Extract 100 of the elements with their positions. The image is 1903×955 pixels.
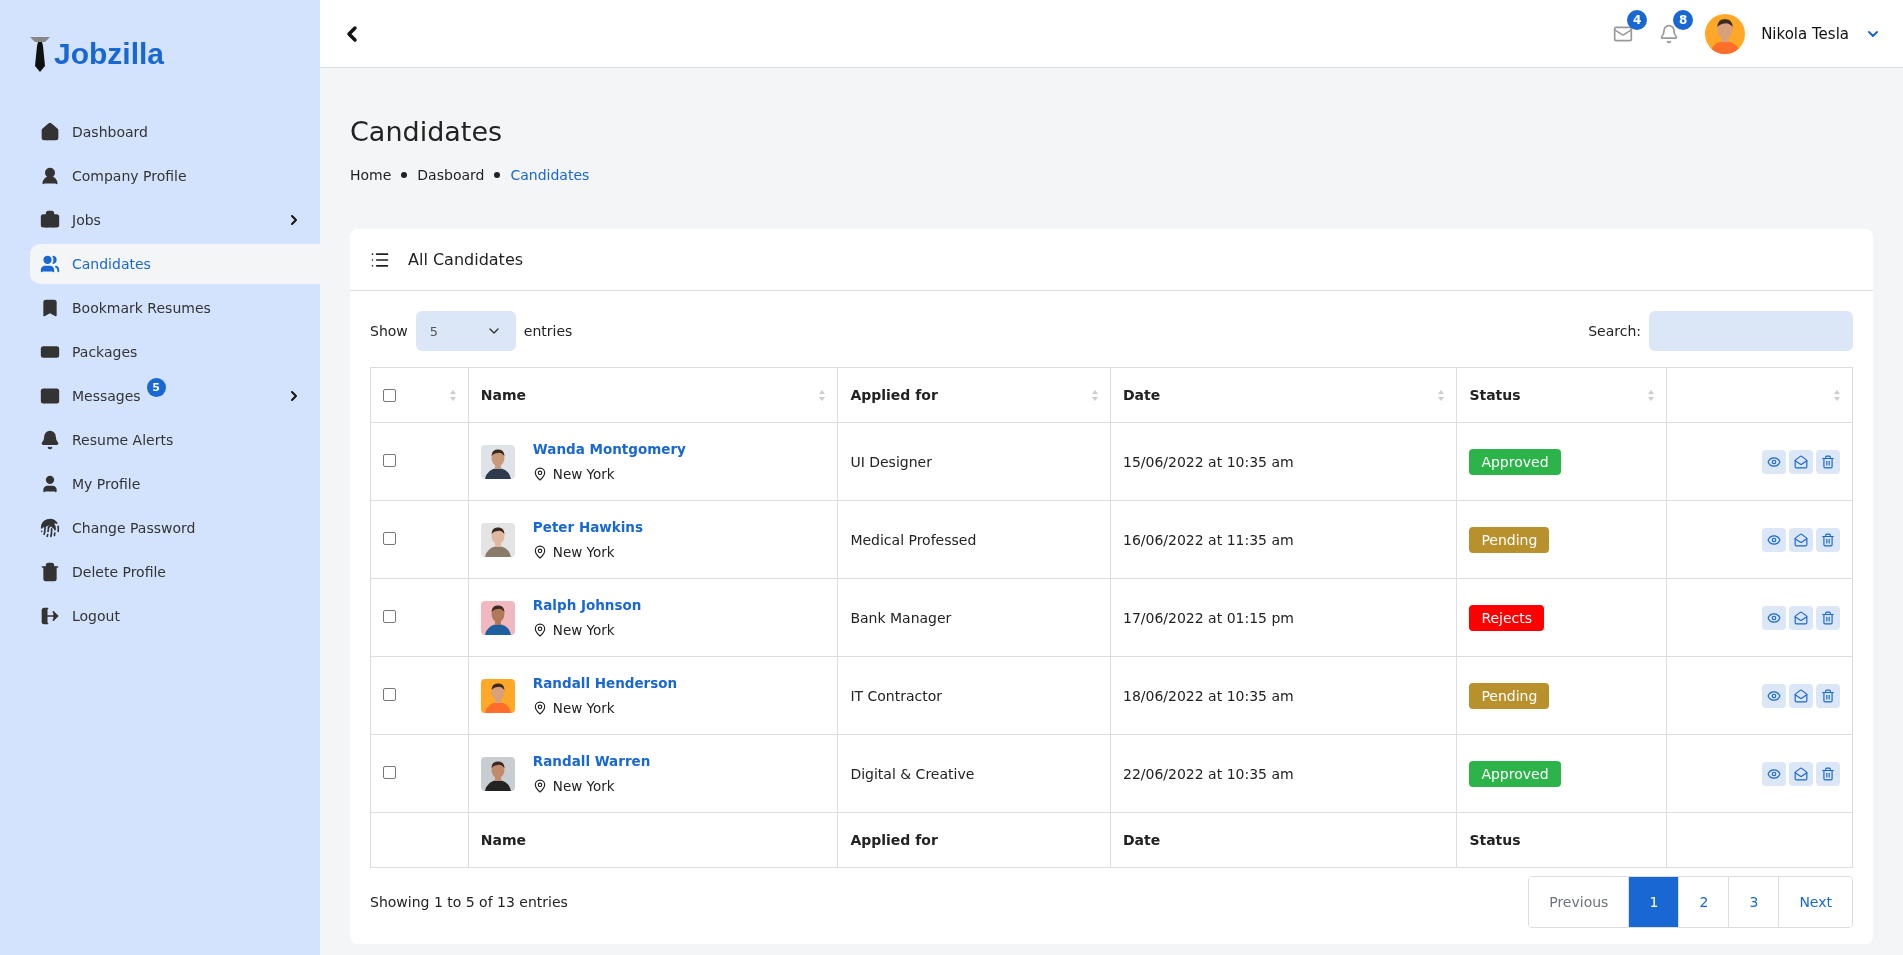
delete-button[interactable] <box>1816 683 1840 708</box>
table-cell: UI Designer <box>850 453 932 470</box>
status-tag: Approved <box>1469 760 1561 787</box>
column-header: Status <box>1469 832 1521 848</box>
delete-button[interactable] <box>1816 449 1840 474</box>
nav-icon <box>40 122 60 142</box>
candidate-name-link[interactable]: Ralph Johnson <box>532 597 642 613</box>
status-tag: Approved <box>1469 448 1561 475</box>
sidebar-label: Bookmark Resumes <box>72 300 211 316</box>
trash-icon <box>1821 766 1835 781</box>
page-button[interactable]: Next <box>1778 877 1852 927</box>
delete-button[interactable] <box>1816 605 1840 630</box>
sidebar-item[interactable]: Delete Profile <box>30 552 320 592</box>
nav-icon <box>40 386 60 406</box>
table-cell: 16/06/2022 at 11:35 am <box>1122 531 1294 548</box>
entries-label: entries <box>523 323 573 339</box>
entries-select[interactable]: 5 <box>415 311 516 351</box>
search-field[interactable] <box>1649 311 1853 351</box>
view-button[interactable] <box>1762 605 1786 630</box>
checkbox[interactable] <box>383 765 396 779</box>
location-pin-icon <box>532 701 547 715</box>
candidate-name-link[interactable]: Peter Hawkins <box>532 519 643 535</box>
column-header: Date <box>1122 387 1161 403</box>
sidebar-item[interactable]: Resume Alerts <box>30 420 320 460</box>
nav-icon <box>40 254 60 274</box>
sidebar-item[interactable]: My Profile <box>30 464 320 504</box>
nav-icon <box>40 166 60 186</box>
sidebar-label: Company Profile <box>72 168 187 184</box>
checkbox[interactable] <box>383 531 396 545</box>
checkbox[interactable] <box>383 388 396 402</box>
sidebar-label: Messages <box>72 388 141 404</box>
column-header: Status <box>1469 387 1521 403</box>
sidebar-label: Resume Alerts <box>72 432 174 448</box>
view-button[interactable] <box>1762 449 1786 474</box>
sidebar-item[interactable]: Change Password <box>30 508 320 548</box>
candidate-name-link[interactable]: Randall Henderson <box>532 675 678 691</box>
sidebar-item[interactable]: Candidates <box>30 244 320 284</box>
logo-text[interactable]: Jobzilla <box>54 37 165 71</box>
location-pin-icon <box>532 623 547 637</box>
nav-icon <box>40 606 60 626</box>
sidebar-label: Candidates <box>72 256 151 272</box>
mail-button[interactable] <box>1789 605 1813 630</box>
mail-button[interactable] <box>1789 761 1813 786</box>
sidebar-label: Dashboard <box>72 124 148 140</box>
sidebar-item[interactable]: Dashboard <box>30 112 320 152</box>
view-button[interactable] <box>1762 527 1786 552</box>
sidebar-item[interactable]: Bookmark Resumes <box>30 288 320 328</box>
sidebar-item[interactable]: Jobs <box>30 200 320 240</box>
nav-icon <box>40 518 60 538</box>
column-header: Applied for <box>850 387 938 403</box>
table-cell: 17/06/2022 at 01:15 pm <box>1122 609 1294 626</box>
sidebar-label: Jobs <box>72 212 101 228</box>
sidebar-label: Packages <box>72 344 138 360</box>
bell-icon[interactable] <box>1659 23 1680 44</box>
table-cell: IT Contractor <box>850 687 943 704</box>
mail-button[interactable] <box>1789 449 1813 474</box>
sidebar-item[interactable]: Logout <box>30 596 320 636</box>
eye-icon <box>1767 688 1781 703</box>
delete-button[interactable] <box>1816 761 1840 786</box>
eye-icon <box>1767 532 1781 547</box>
checkbox[interactable] <box>383 453 396 467</box>
sidebar-item[interactable]: Packages <box>30 332 320 372</box>
delete-button[interactable] <box>1816 527 1840 552</box>
mail-button[interactable] <box>1789 683 1813 708</box>
candidate-name-link[interactable]: Wanda Montgomery <box>532 441 686 457</box>
breadcrumb-link[interactable]: Home <box>350 167 392 183</box>
table-cell: Digital & Creative <box>850 765 975 782</box>
sidebar-item[interactable]: Messages 5 <box>30 376 320 416</box>
breadcrumb-link[interactable]: Candidates <box>510 167 590 183</box>
nav-icon <box>40 298 60 318</box>
view-button[interactable] <box>1762 761 1786 786</box>
envelope-icon <box>1794 688 1808 703</box>
page-title: Candidates <box>350 116 504 147</box>
envelope-icon <box>1794 766 1808 781</box>
count-badge: 8 <box>1673 9 1694 30</box>
candidate-name-link[interactable]: Randall Warren <box>532 753 651 769</box>
page-button[interactable]: 1 <box>1628 877 1679 927</box>
user-name[interactable]: Nikola Tesla <box>1761 24 1849 43</box>
location-pin-icon <box>532 545 547 559</box>
column-header: Name <box>480 832 527 848</box>
eye-icon <box>1767 610 1781 625</box>
table-cell: 15/06/2022 at 10:35 am <box>1122 453 1294 470</box>
view-button[interactable] <box>1762 683 1786 708</box>
nav-icon <box>40 430 60 450</box>
checkbox[interactable] <box>383 687 396 701</box>
location-text: New York <box>552 466 615 482</box>
envelope-icon <box>1794 532 1808 547</box>
table-cell: Bank Manager <box>850 609 952 626</box>
column-header: Name <box>480 387 527 403</box>
sidebar-item[interactable]: Company Profile <box>30 156 320 196</box>
breadcrumb-link[interactable]: Dasboard <box>417 167 485 183</box>
checkbox[interactable] <box>383 609 396 623</box>
table-cell: 18/06/2022 at 10:35 am <box>1122 687 1294 704</box>
location-text: New York <box>552 700 615 716</box>
eye-icon <box>1767 766 1781 781</box>
mail-button[interactable] <box>1789 527 1813 552</box>
sidebar-label: Logout <box>72 608 120 624</box>
location-text: New York <box>552 778 615 794</box>
sidebar-label: Delete Profile <box>72 564 166 580</box>
location-text: New York <box>552 622 615 638</box>
